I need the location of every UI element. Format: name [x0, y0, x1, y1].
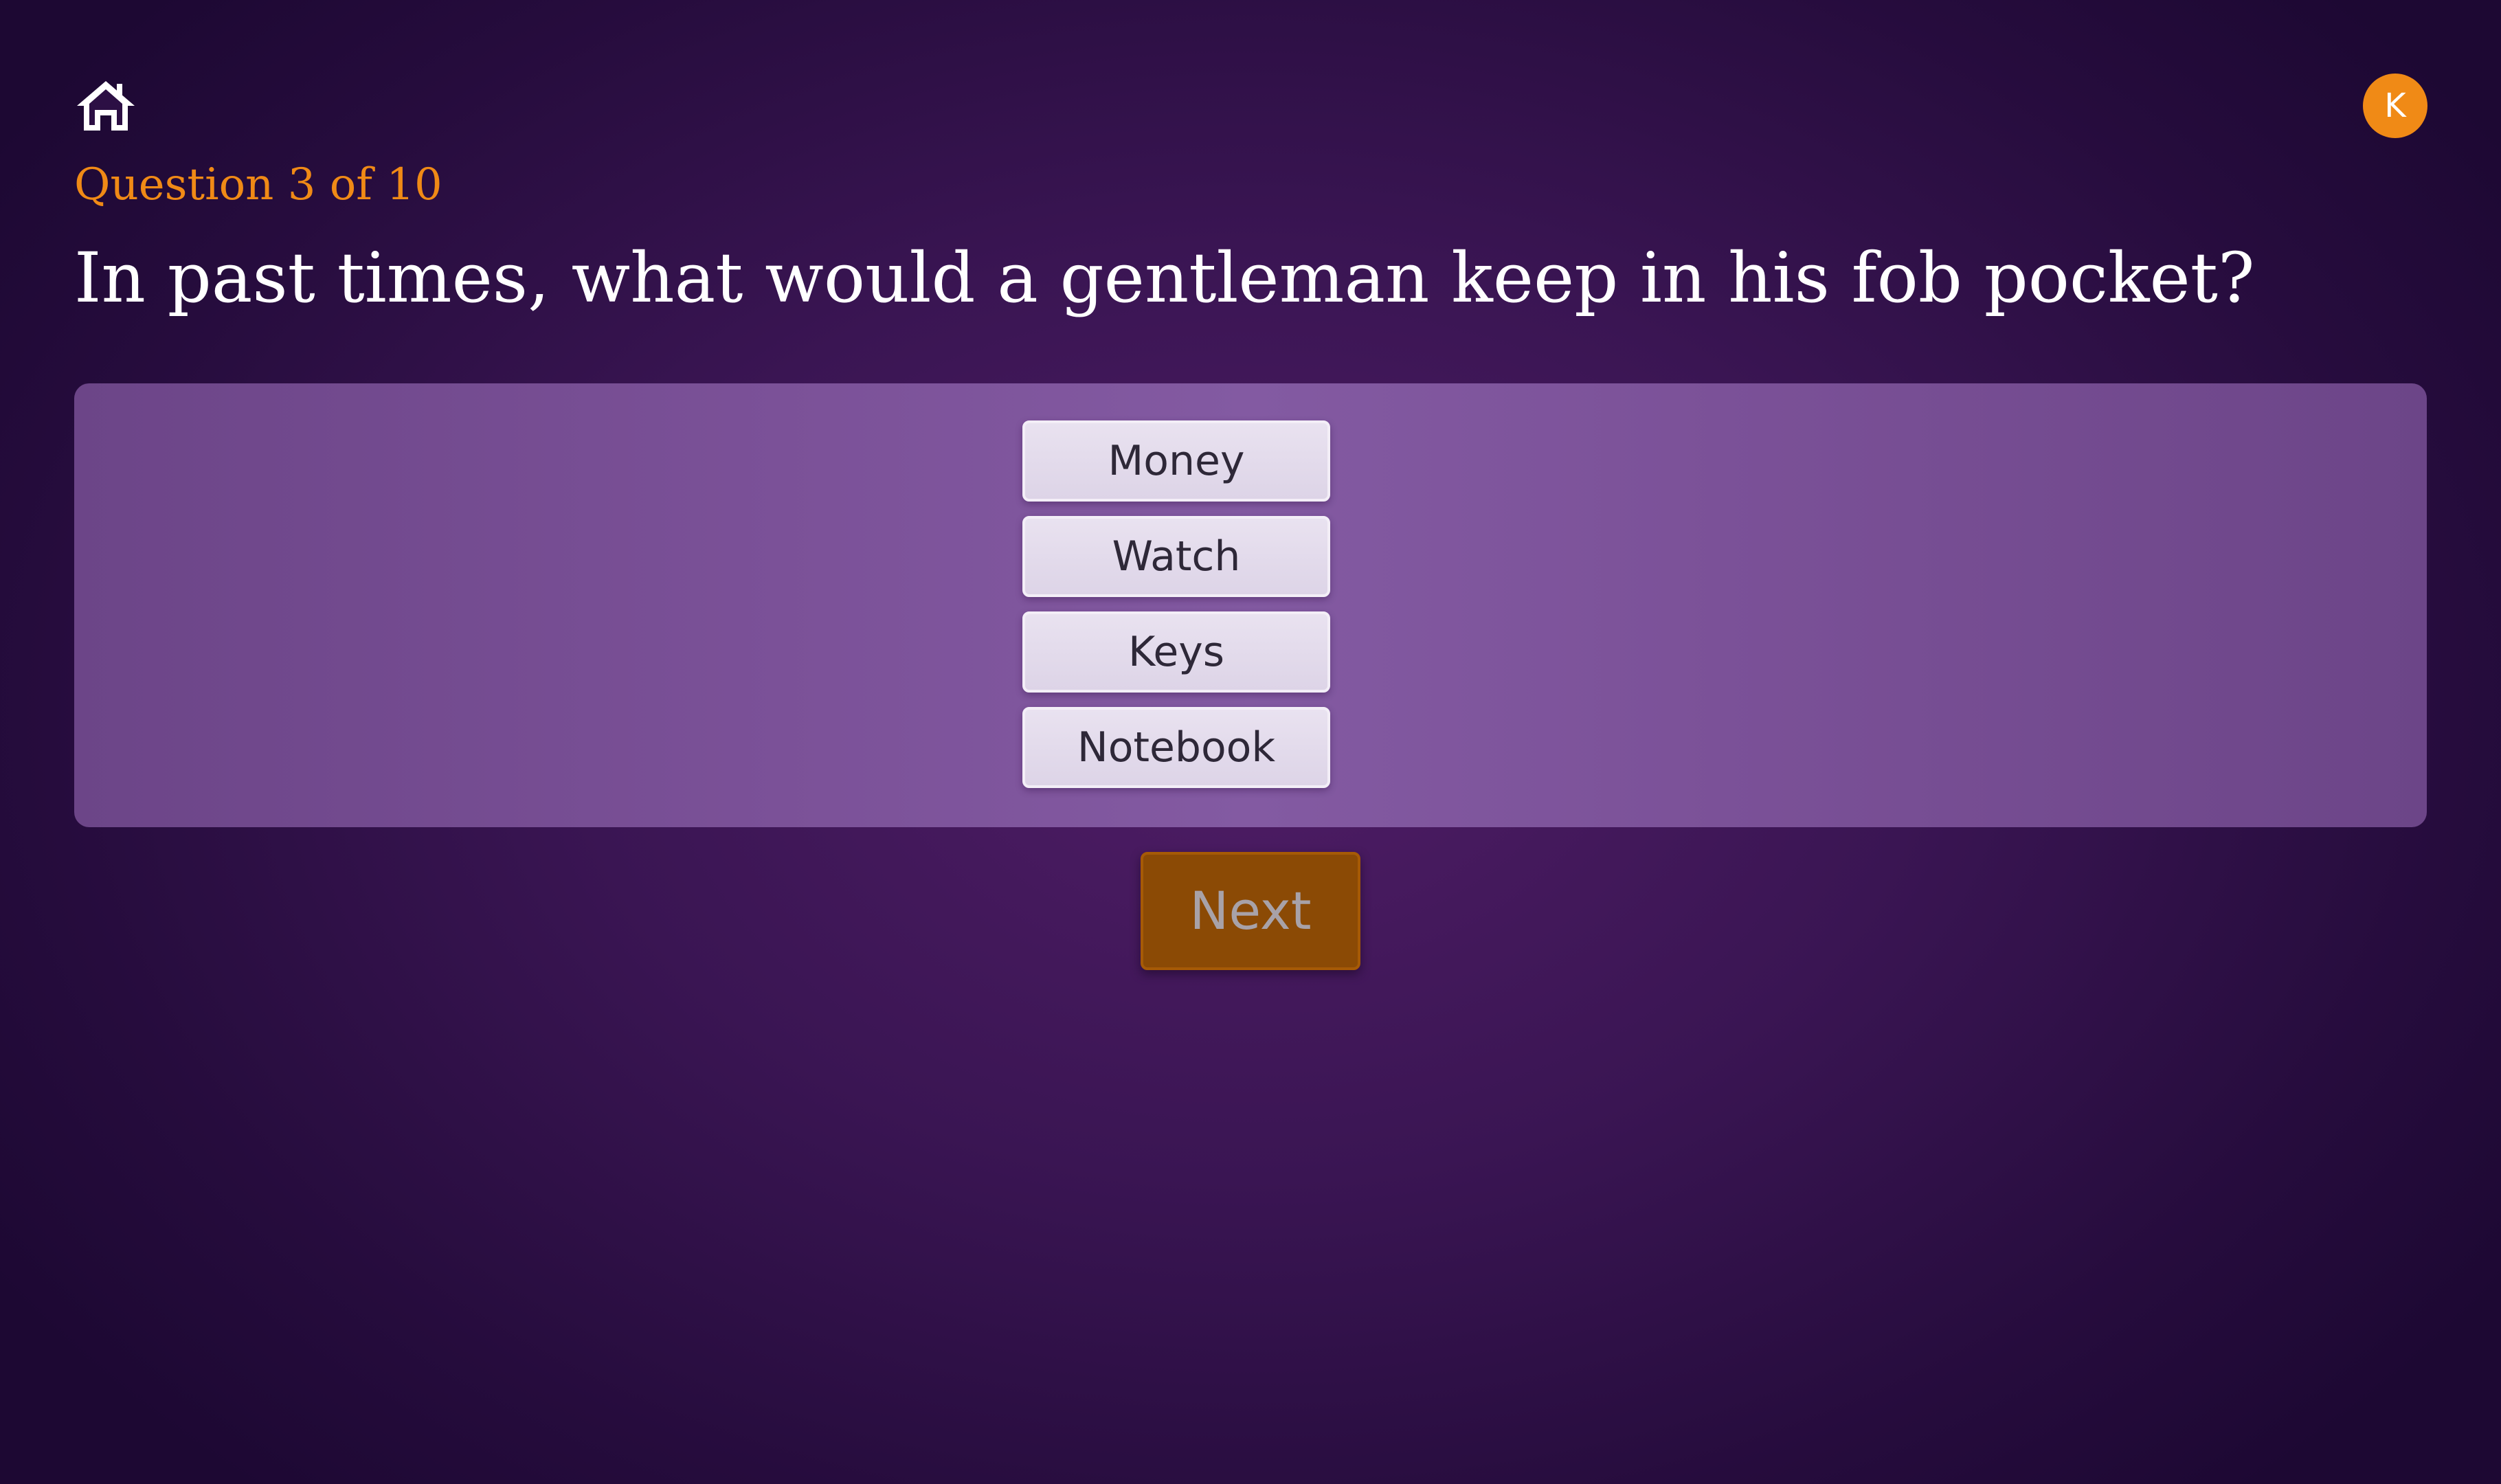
next-button[interactable]: Next — [1141, 852, 1360, 970]
answer-option-keys[interactable]: Keys — [1022, 611, 1330, 693]
question-progress: Question 3 of 10 — [74, 159, 442, 210]
answer-option-notebook[interactable]: Notebook — [1022, 707, 1330, 788]
answer-option-money[interactable]: Money — [1022, 420, 1330, 502]
question-text: In past times, what would a gentleman ke… — [74, 238, 2255, 318]
user-avatar[interactable]: K — [2363, 74, 2427, 138]
answer-option-watch[interactable]: Watch — [1022, 516, 1330, 597]
home-icon[interactable] — [74, 78, 137, 133]
